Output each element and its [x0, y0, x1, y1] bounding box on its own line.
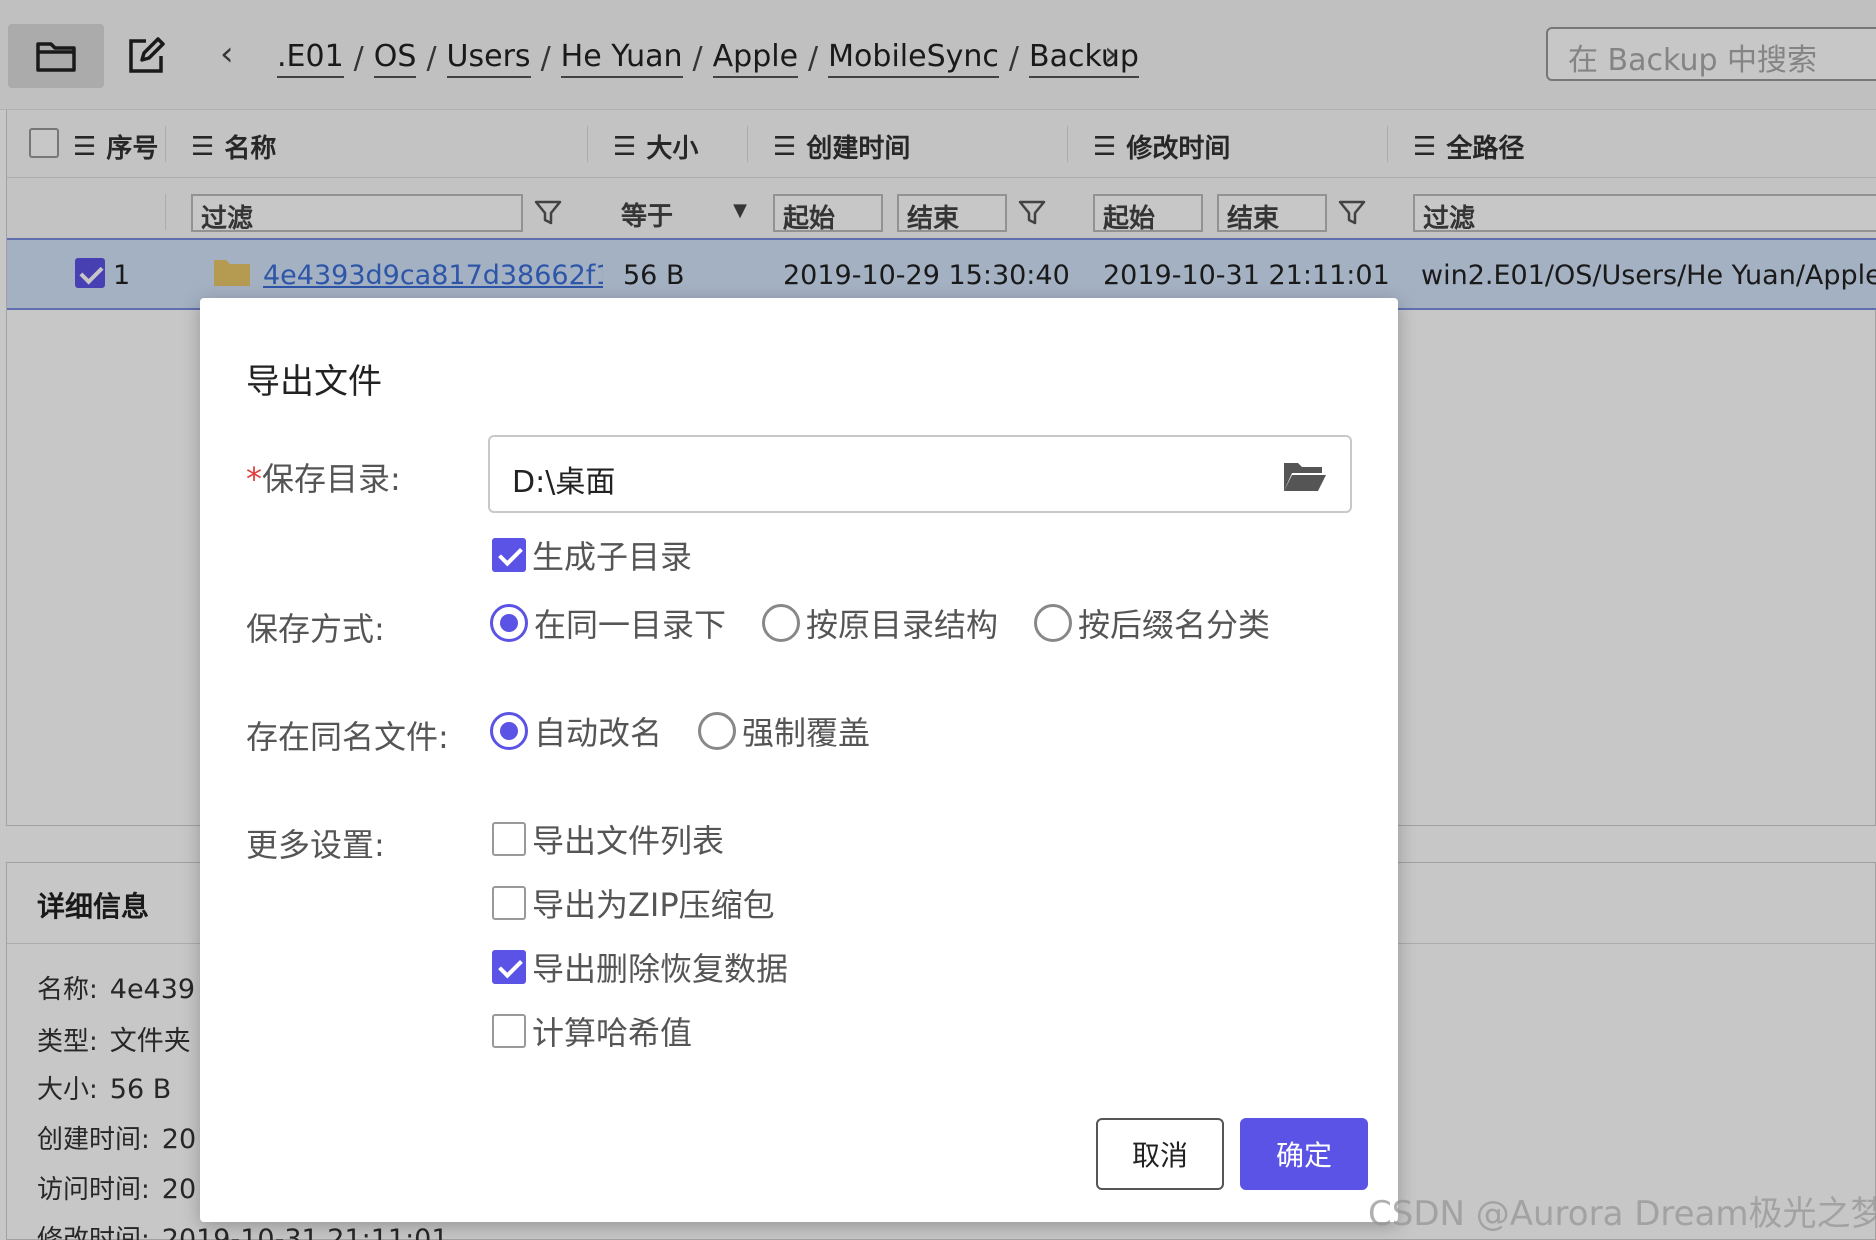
export-zip-checkbox[interactable]: 导出为ZIP压缩包	[492, 880, 775, 926]
radio-dot	[762, 604, 800, 642]
radio-dot	[1034, 604, 1072, 642]
checkbox-box	[492, 538, 526, 572]
save-mode-label: 保存方式:	[246, 610, 385, 648]
required-mark: *	[246, 460, 262, 498]
radio-dot	[698, 712, 736, 750]
save-mode-radio-by-extension[interactable]: 按后缀名分类	[1034, 600, 1270, 646]
checkbox-box	[492, 1014, 526, 1048]
confirm-button[interactable]: 确定	[1240, 1118, 1368, 1190]
save-dir-label: *保存目录:	[246, 460, 401, 498]
make-subdir-checkbox[interactable]: 生成子目录	[492, 532, 692, 578]
save-mode-radio-original-structure[interactable]: 按原目录结构	[762, 600, 998, 646]
conflict-radio-overwrite[interactable]: 强制覆盖	[698, 708, 870, 754]
radio-dot	[490, 712, 528, 750]
checkbox-box	[492, 886, 526, 920]
open-folder-icon[interactable]	[1282, 457, 1328, 493]
dialog-title: 导出文件	[246, 362, 382, 402]
cancel-button[interactable]: 取消	[1096, 1118, 1224, 1190]
save-dir-input[interactable]: D:\桌面	[488, 435, 1352, 513]
checkbox-box	[492, 950, 526, 984]
conflict-radio-auto-rename[interactable]: 自动改名	[490, 708, 662, 754]
compute-hash-checkbox[interactable]: 计算哈希值	[492, 1008, 692, 1054]
conflict-label: 存在同名文件:	[246, 718, 449, 756]
export-file-dialog: 导出文件 *保存目录: D:\桌面 生成子目录 保存方式: 在同一目录下 按原目…	[200, 298, 1398, 1222]
export-file-list-checkbox[interactable]: 导出文件列表	[492, 816, 724, 862]
watermark: CSDN @Aurora Dream极光之梦	[1368, 1194, 1876, 1234]
radio-dot	[490, 604, 528, 642]
checkbox-box	[492, 822, 526, 856]
more-settings-label: 更多设置:	[246, 826, 385, 864]
save-mode-radio-same-dir[interactable]: 在同一目录下	[490, 600, 726, 646]
export-deleted-data-checkbox[interactable]: 导出删除恢复数据	[492, 944, 788, 990]
